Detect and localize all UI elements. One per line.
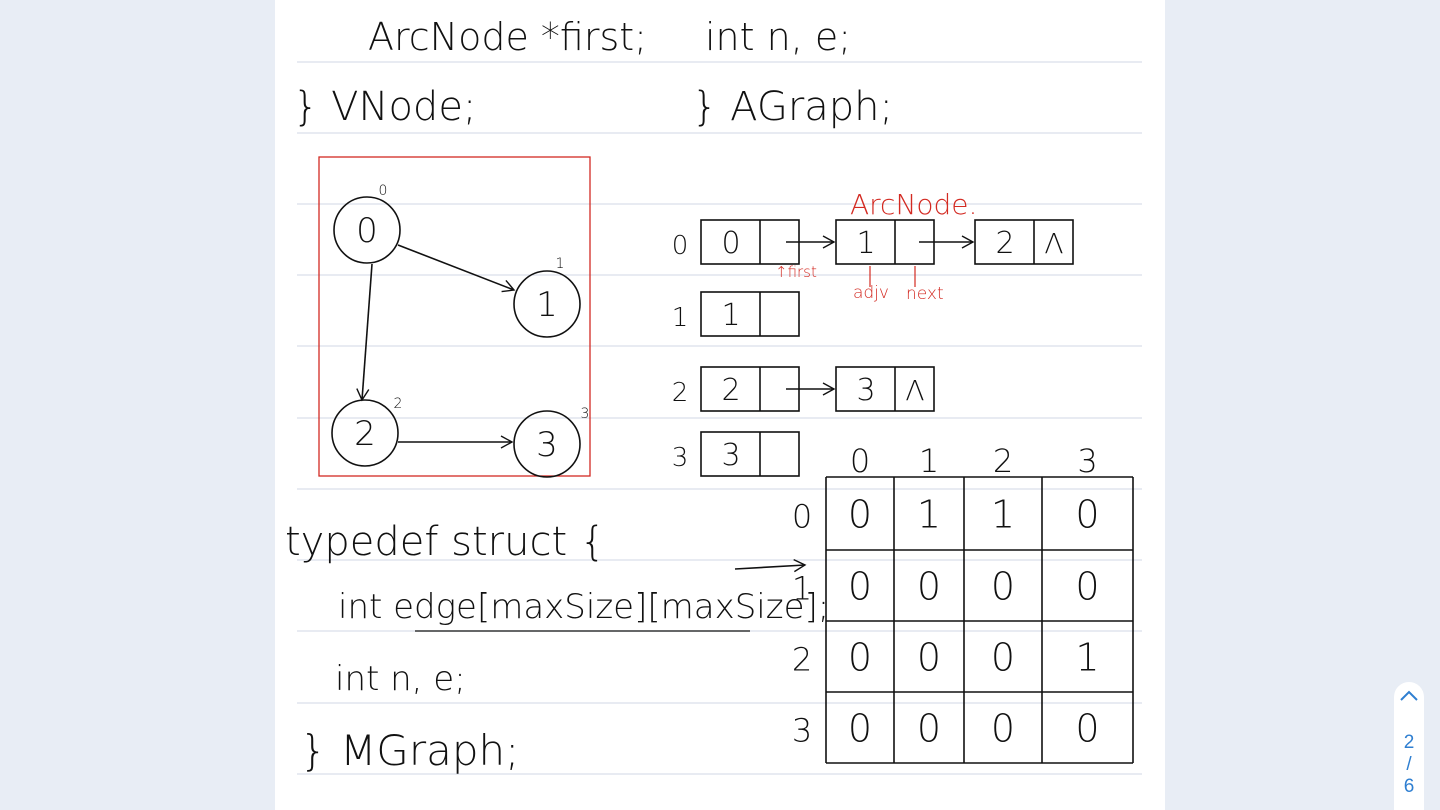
- matrix-cell: 0: [1075, 493, 1099, 537]
- vertex-node-value: 1: [721, 298, 740, 333]
- graph-node-index: 0: [379, 183, 388, 199]
- chevron-up-icon[interactable]: [1394, 688, 1424, 712]
- matrix-col-label: 0: [850, 442, 870, 480]
- code-vnode: } VNode;: [293, 84, 476, 130]
- code-agraph: } AGraph;: [692, 84, 893, 130]
- edge-0-2: [356, 263, 373, 402]
- arc-node-value: 3: [856, 373, 875, 408]
- vertex-node: [700, 291, 800, 337]
- vertex-node-value: 2: [721, 373, 740, 408]
- graph-node-index: 3: [581, 406, 590, 422]
- matrix-cell: 1: [917, 493, 941, 537]
- code-mgraph: } MGraph;: [300, 726, 519, 775]
- arcnode-label: ArcNode.: [850, 188, 977, 221]
- arc-node-value: 2: [995, 226, 1014, 261]
- graph-node-label: 2: [354, 414, 376, 454]
- matrix-cell: 0: [917, 636, 941, 680]
- matrix-row-label: 2: [792, 641, 812, 679]
- code-edge: int edge[maxSize][maxSize];: [338, 587, 829, 627]
- handwritten-notes: ArcNode *first; int n, e; } VNode; } AGr…: [285, 15, 1142, 775]
- matrix-cell: 0: [917, 565, 941, 609]
- page-indicator: 2 / 6: [1394, 682, 1424, 810]
- next-label: next: [906, 284, 944, 304]
- adjacency-matrix: 0 1 2 301230 1 1 00 0 0 00 0 0 10 0 0 0: [792, 442, 1134, 764]
- matrix-row-label: 3: [792, 712, 812, 750]
- matrix-col-label: 1: [919, 442, 939, 480]
- edge-0-1: [397, 244, 516, 293]
- code-int-ne: int n, e;: [705, 15, 851, 59]
- vertex-node: [700, 219, 800, 265]
- null-pointer: Λ: [1044, 227, 1063, 260]
- code-ne-2: int n, e;: [335, 659, 466, 699]
- vertex-index: 3: [672, 443, 689, 473]
- matrix-row-label: 0: [792, 498, 812, 536]
- matrix-cell: 0: [848, 565, 872, 609]
- matrix-cell: 1: [991, 493, 1015, 537]
- adjacency-list: 0 0 1 2 Λ1 12 2 3 Λ3 3: [672, 219, 1074, 477]
- vertex-index: 0: [672, 231, 689, 261]
- vertex-node-value: 0: [721, 226, 740, 261]
- vertex-node-value: 3: [721, 438, 740, 473]
- vertex-index: 2: [672, 378, 689, 408]
- matrix-col-label: 3: [1077, 442, 1097, 480]
- total-pages: 6: [1403, 776, 1415, 797]
- matrix-pointer-arrow: [734, 559, 807, 573]
- vertex-node: [700, 431, 800, 477]
- code-arcnode-first: ArcNode *first;: [368, 15, 647, 59]
- matrix-cell: 0: [991, 636, 1015, 680]
- matrix-cell: 1: [1075, 636, 1099, 680]
- vertex-node: [700, 366, 800, 412]
- graph-node-label: 1: [536, 285, 558, 325]
- code-typedef: typedef struct {: [285, 519, 605, 565]
- graph-node-index: 1: [556, 256, 565, 272]
- current-page: 2: [1403, 732, 1415, 753]
- matrix-cell: 0: [1075, 565, 1099, 609]
- directed-graph: 00 1 1 2 2 3 3: [331, 183, 590, 478]
- matrix-cell: 0: [991, 565, 1015, 609]
- adjv-label: adjv: [853, 283, 889, 303]
- graph-node-label: 0: [356, 211, 378, 251]
- vertex-index: 1: [672, 303, 689, 333]
- null-pointer: Λ: [905, 374, 924, 407]
- first-label: ↑first: [775, 263, 817, 281]
- graph-node-index: 2: [394, 396, 403, 412]
- matrix-cell: 0: [917, 707, 941, 751]
- matrix-cell: 0: [991, 707, 1015, 751]
- matrix-cell: 0: [848, 707, 872, 751]
- matrix-cell: 0: [848, 636, 872, 680]
- matrix-col-label: 2: [993, 442, 1013, 480]
- matrix-cell: 0: [1075, 707, 1099, 751]
- graph-node-label: 3: [536, 425, 558, 465]
- page-separator: /: [1406, 754, 1412, 775]
- arc-node-value: 1: [856, 226, 875, 261]
- matrix-cell: 0: [848, 493, 872, 537]
